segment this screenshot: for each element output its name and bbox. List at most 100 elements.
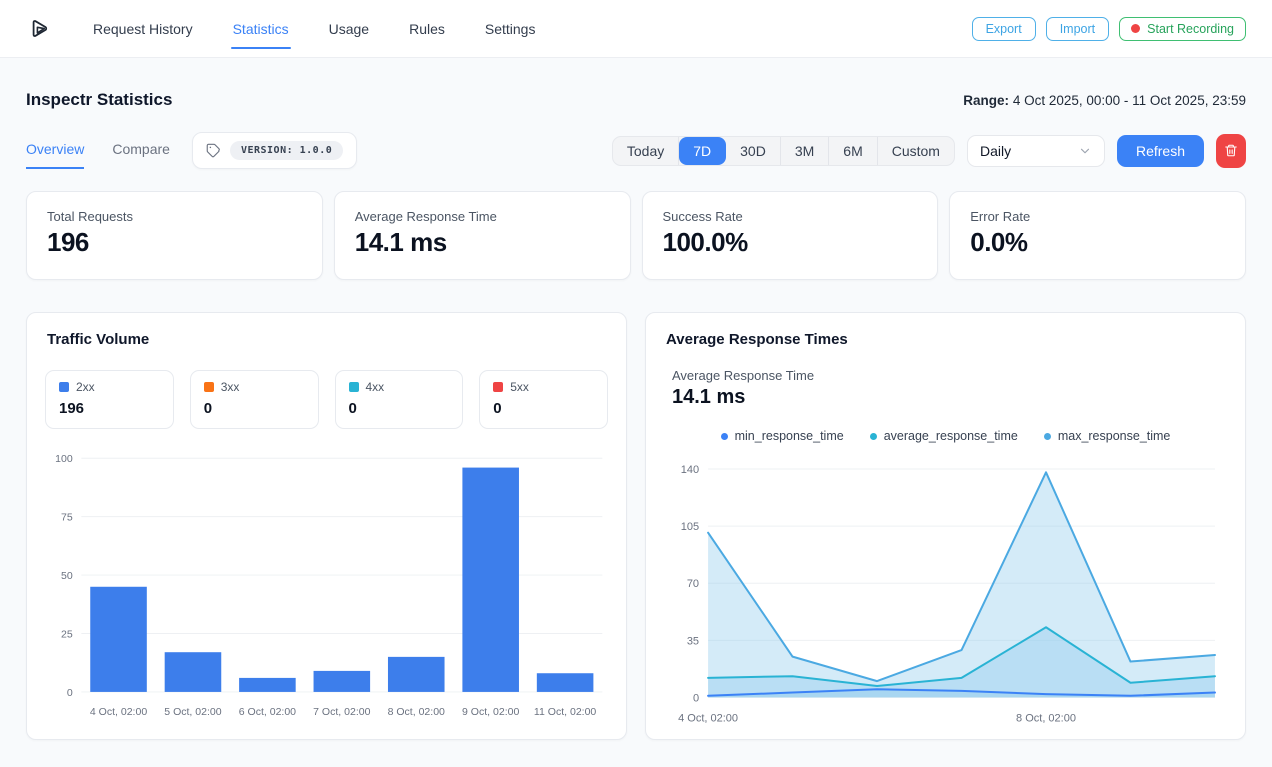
chevron-down-icon [1078,144,1092,158]
legend-value: 0 [204,400,305,417]
svg-text:7 Oct, 02:00: 7 Oct, 02:00 [313,706,370,718]
5xx-swatch-icon [493,382,503,392]
traffic-bar-chart: 02550751004 Oct, 02:005 Oct, 02:006 Oct,… [43,441,610,726]
range-6m-button[interactable]: 6M [829,137,877,165]
svg-text:25: 25 [61,628,73,640]
status-code-legend: 2xx 196 3xx 0 4xx 0 5xx 0 [45,370,608,429]
avg-response-metric: Average Response Time 14.1 ms [672,368,1229,409]
date-range-display: Range: 4 Oct 2025, 00:00 - 11 Oct 2025, … [963,93,1246,108]
response-times-area-chart: 035701051404 Oct, 02:008 Oct, 02:00 [662,455,1229,731]
granularity-select[interactable]: Daily [967,135,1105,167]
legend-2xx: 2xx 196 [45,370,174,429]
stat-label: Success Rate [663,209,918,224]
response-times-title: Average Response Times [666,331,1229,348]
legend-min-response-time: min_response_time [721,429,844,443]
svg-text:5 Oct, 02:00: 5 Oct, 02:00 [164,706,221,718]
nav-rules[interactable]: Rules [409,15,445,43]
stat-value: 100.0% [663,227,918,258]
metric-value: 14.1 ms [672,386,1229,409]
response-times-card: Average Response Times Average Response … [645,312,1246,740]
4xx-swatch-icon [349,382,359,392]
svg-text:11 Oct, 02:00: 11 Oct, 02:00 [534,706,597,718]
legend-4xx: 4xx 0 [335,370,464,429]
summary-stats: Total Requests 196 Average Response Time… [26,191,1246,280]
legend-3xx: 3xx 0 [190,370,319,429]
svg-text:75: 75 [61,511,73,523]
2xx-swatch-icon [59,382,69,392]
start-recording-button[interactable]: Start Recording [1119,17,1246,41]
stat-value: 0.0% [970,227,1225,258]
top-nav-bar: Request History Statistics Usage Rules S… [0,0,1272,58]
svg-text:4 Oct, 02:00: 4 Oct, 02:00 [90,706,147,718]
legend-5xx: 5xx 0 [479,370,608,429]
legend-label: 5xx [510,380,529,394]
legend-max-response-time: max_response_time [1044,429,1171,443]
record-dot-icon [1131,24,1140,33]
legend-label: max_response_time [1058,429,1171,443]
stat-card-avg-response-time: Average Response Time 14.1 ms [334,191,631,280]
svg-text:8 Oct, 02:00: 8 Oct, 02:00 [388,706,445,718]
stat-value: 196 [47,227,302,258]
response-series-legend: min_response_time average_response_time … [662,429,1229,443]
inspectr-logo-icon [26,15,53,42]
range-custom-button[interactable]: Custom [878,137,954,165]
max-series-dot-icon [1044,433,1051,440]
statistics-page: Inspectr Statistics Range: 4 Oct 2025, 0… [0,90,1272,740]
legend-label: min_response_time [735,429,844,443]
tab-overview[interactable]: Overview [26,133,84,169]
legend-label: 3xx [221,380,240,394]
tab-compare[interactable]: Compare [112,133,170,169]
stat-card-success-rate: Success Rate 100.0% [642,191,939,280]
svg-text:100: 100 [55,453,73,465]
svg-text:70: 70 [687,578,699,590]
range-7d-button[interactable]: 7D [679,137,726,165]
legend-label: 2xx [76,380,95,394]
version-badge: VERSION: 1.0.0 [230,141,343,160]
legend-value: 196 [59,400,160,417]
average-series-dot-icon [870,433,877,440]
traffic-volume-title: Traffic Volume [47,331,610,348]
range-30d-button[interactable]: 30D [726,137,781,165]
range-3m-button[interactable]: 3M [781,137,829,165]
app-logo[interactable] [26,15,53,42]
stat-value: 14.1 ms [355,227,610,258]
svg-text:4 Oct, 02:00: 4 Oct, 02:00 [678,712,738,724]
stat-card-error-rate: Error Rate 0.0% [949,191,1246,280]
main-nav: Request History Statistics Usage Rules S… [93,15,535,43]
svg-text:0: 0 [693,692,699,704]
nav-request-history[interactable]: Request History [93,15,193,43]
clear-data-button[interactable] [1216,134,1246,168]
legend-value: 0 [493,400,594,417]
svg-text:6 Oct, 02:00: 6 Oct, 02:00 [239,706,296,718]
view-tabs: Overview Compare [26,133,170,169]
nav-usage[interactable]: Usage [329,15,369,43]
export-button[interactable]: Export [972,17,1036,41]
granularity-value: Daily [980,143,1011,159]
svg-text:9 Oct, 02:00: 9 Oct, 02:00 [462,706,519,718]
stat-label: Error Rate [970,209,1225,224]
traffic-volume-card: Traffic Volume 2xx 196 3xx 0 4xx 0 5xx 0 [26,312,627,740]
header-actions: Export Import Start Recording [972,17,1246,41]
legend-label: average_response_time [884,429,1018,443]
nav-settings[interactable]: Settings [485,15,536,43]
refresh-button[interactable]: Refresh [1117,135,1204,167]
stat-label: Total Requests [47,209,302,224]
range-label: Range: [963,93,1009,108]
metric-label: Average Response Time [672,368,1229,383]
svg-text:50: 50 [61,570,73,582]
svg-text:8 Oct, 02:00: 8 Oct, 02:00 [1016,712,1076,724]
nav-statistics[interactable]: Statistics [233,15,289,43]
import-button[interactable]: Import [1046,17,1109,41]
range-value: 4 Oct 2025, 00:00 - 11 Oct 2025, 23:59 [1013,93,1246,108]
start-recording-label: Start Recording [1147,22,1234,36]
3xx-swatch-icon [204,382,214,392]
legend-label: 4xx [366,380,385,394]
legend-value: 0 [349,400,450,417]
svg-text:35: 35 [687,635,699,647]
version-badge-card: VERSION: 1.0.0 [192,132,357,169]
svg-text:105: 105 [681,521,699,533]
min-series-dot-icon [721,433,728,440]
range-today-button[interactable]: Today [613,137,679,165]
stat-card-total-requests: Total Requests 196 [26,191,323,280]
page-title: Inspectr Statistics [26,90,172,110]
